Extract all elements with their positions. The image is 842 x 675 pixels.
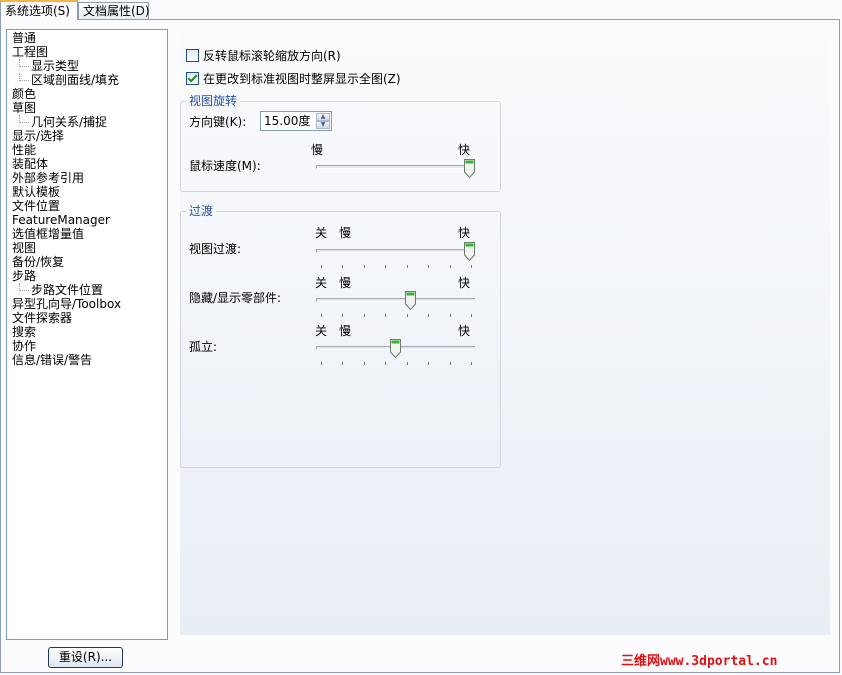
tree-item[interactable]: 文件位置 <box>7 199 167 213</box>
slider-tick <box>385 265 386 268</box>
hide-show-slider-thumb[interactable] <box>405 291 416 311</box>
slider-tick <box>428 314 429 317</box>
slider-tick <box>321 265 322 268</box>
slider-tick <box>364 265 365 268</box>
slider-tick <box>471 362 472 365</box>
tree-item[interactable]: 区域剖面线/填充 <box>7 73 167 87</box>
isolate-label: 孤立: <box>189 340 218 354</box>
tree-item[interactable]: 普通 <box>7 31 167 45</box>
tree-item[interactable]: 文件探索器 <box>7 311 167 325</box>
tab-document-properties[interactable]: 文档属性(D) <box>78 2 150 19</box>
view-transition-label: 视图过渡: <box>189 242 242 256</box>
isolate-off-label: 关 <box>315 324 328 338</box>
tree-item[interactable]: 工程图 <box>7 45 167 59</box>
hide-show-fast-label: 快 <box>458 276 471 290</box>
spin-down-icon[interactable]: ▼ <box>316 121 330 129</box>
hide-show-slow-label: 慢 <box>339 276 352 290</box>
view-transition-off-label: 关 <box>315 226 328 240</box>
reverse-wheel-label: 反转鼠标滚轮缩放方向(R) <box>203 49 341 63</box>
hide-show-track[interactable] <box>316 298 475 302</box>
tree-item[interactable]: 性能 <box>7 143 167 157</box>
spin-up-icon[interactable]: ▲ <box>316 113 330 121</box>
reverse-wheel-checkbox[interactable] <box>186 49 199 62</box>
slider-tick <box>450 362 451 365</box>
tree-item[interactable]: 装配体 <box>7 157 167 171</box>
tree-item[interactable]: 几何关系/捕捉 <box>7 115 167 129</box>
slider-tick <box>364 362 365 365</box>
isolate-slow-label: 慢 <box>339 324 352 338</box>
tree-item[interactable]: 步路 <box>7 269 167 283</box>
slider-tick <box>342 362 343 365</box>
tree-item[interactable]: 协作 <box>7 339 167 353</box>
slider-tick <box>407 362 408 365</box>
hide-show-off-label: 关 <box>315 276 328 290</box>
slider-tick <box>385 314 386 317</box>
tree-item[interactable]: 信息/错误/警告 <box>7 353 167 367</box>
slider-tick <box>407 265 408 268</box>
arrow-keys-spinbox[interactable]: 15.00度 ▲ ▼ <box>260 111 332 131</box>
tab-system-options[interactable]: 系统选项(S) <box>0 0 78 20</box>
slider-tick <box>342 314 343 317</box>
slider-tick <box>428 265 429 268</box>
tree-item[interactable]: 选值框增量值 <box>7 227 167 241</box>
view-rotation-title: 视图旋转 <box>186 94 241 108</box>
watermark: 三维网www.3dportal.cn <box>621 654 778 669</box>
reset-button[interactable]: 重设(R)... <box>48 647 123 668</box>
tree-item[interactable]: 异型孔向导/Toolbox <box>7 297 167 311</box>
arrow-keys-label: 方向键(K): <box>189 115 247 129</box>
view-transition-track[interactable] <box>316 249 475 253</box>
slider-tick <box>428 362 429 365</box>
tree-item[interactable]: 备份/恢复 <box>7 255 167 269</box>
mouse-speed-track[interactable] <box>316 165 475 169</box>
isolate-slider-thumb[interactable] <box>390 339 401 359</box>
rotation-fast-label: 快 <box>458 143 471 157</box>
slider-tick <box>321 314 322 317</box>
slider-tick <box>450 314 451 317</box>
tree-item[interactable]: 颜色 <box>7 87 167 101</box>
tree-item[interactable]: 搜索 <box>7 325 167 339</box>
tree-item[interactable]: 显示/选择 <box>7 129 167 143</box>
mouse-speed-slider-thumb[interactable] <box>464 159 475 179</box>
tree-item[interactable]: 显示类型 <box>7 59 167 73</box>
tree-item[interactable]: 步路文件位置 <box>7 283 167 297</box>
slider-tick <box>364 314 365 317</box>
zoom-to-fit-option[interactable]: 在更改到标准视图时整屏显示全图(Z) <box>186 71 401 87</box>
tree-item[interactable]: 默认模板 <box>7 185 167 199</box>
tree-item[interactable]: 外部参考引用 <box>7 171 167 185</box>
tree-item[interactable]: 草图 <box>7 101 167 115</box>
arrow-keys-value[interactable]: 15.00度 <box>264 114 310 128</box>
view-transition-slow-label: 慢 <box>339 226 352 240</box>
transition-title: 过渡 <box>186 204 217 218</box>
slider-tick <box>450 265 451 268</box>
rotation-slow-label: 慢 <box>311 143 324 157</box>
slider-tick <box>321 362 322 365</box>
tree-item[interactable]: FeatureManager <box>7 213 167 227</box>
hide-show-components-label: 隐藏/显示零部件: <box>189 291 282 305</box>
view-transition-ticks <box>321 265 472 268</box>
options-tree[interactable]: 普通 工程图 显示类型 区域剖面线/填充 颜色 草图 几何关系/捕捉 显示/选择 性能 装配体 外部… <box>6 29 168 640</box>
zoom-to-fit-label: 在更改到标准视图时整屏显示全图(Z) <box>203 72 401 86</box>
slider-tick <box>342 265 343 268</box>
hide-show-ticks <box>321 314 472 317</box>
mouse-speed-label: 鼠标速度(M): <box>189 159 261 173</box>
isolate-fast-label: 快 <box>458 324 471 338</box>
reverse-wheel-option[interactable]: 反转鼠标滚轮缩放方向(R) <box>186 48 341 64</box>
slider-tick <box>407 314 408 317</box>
tab-bar: 系统选项(S) 文档属性(D) <box>0 0 842 20</box>
zoom-to-fit-checkbox[interactable] <box>186 72 199 85</box>
slider-tick <box>385 362 386 365</box>
slider-tick <box>471 314 472 317</box>
view-transition-fast-label: 快 <box>458 226 471 240</box>
tree-item[interactable]: 视图 <box>7 241 167 255</box>
isolate-ticks <box>321 362 472 365</box>
slider-tick <box>471 265 472 268</box>
view-transition-slider-thumb[interactable] <box>464 242 475 262</box>
